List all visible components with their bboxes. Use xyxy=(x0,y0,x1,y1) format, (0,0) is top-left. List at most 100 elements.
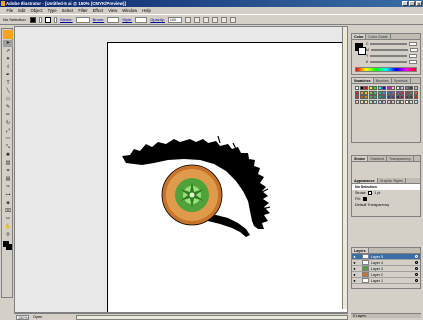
layer-row[interactable]: ● Layer 1 xyxy=(352,278,420,284)
color-swatch[interactable] xyxy=(400,90,404,95)
free-transform-tool[interactable]: ⤡ xyxy=(3,144,13,151)
tab-color-guide[interactable]: Color Guide xyxy=(366,34,391,39)
color-swatch[interactable] xyxy=(404,86,409,90)
color-swatch[interactable] xyxy=(395,86,400,90)
color-swatch[interactable] xyxy=(377,86,382,90)
color-swatch[interactable] xyxy=(386,95,391,99)
color-swatch[interactable] xyxy=(359,90,364,95)
appearance-stroke-swatch[interactable] xyxy=(368,191,373,195)
color-swatch[interactable] xyxy=(368,90,373,95)
eye-artwork[interactable] xyxy=(108,43,348,313)
magic-wand-tool[interactable]: ✦ xyxy=(3,56,13,63)
line-tool[interactable]: ╲ xyxy=(3,88,13,95)
tab-appearance[interactable]: Appearance xyxy=(352,178,378,183)
paintbrush-tool[interactable]: ✎ xyxy=(3,104,13,111)
menu-edit[interactable]: Edit xyxy=(16,8,28,13)
fill-swatch[interactable] xyxy=(30,16,36,23)
pencil-tool[interactable]: ✏ xyxy=(3,112,13,119)
canvas-horizontal-scrollbar[interactable] xyxy=(76,314,348,320)
document-canvas[interactable] xyxy=(14,26,348,313)
color-swatch[interactable] xyxy=(382,99,386,104)
rectangle-tool[interactable]: ▭ xyxy=(3,96,13,103)
color-swatch[interactable] xyxy=(413,95,418,99)
color-spectrum-bar[interactable] xyxy=(355,67,417,72)
color-swatch[interactable] xyxy=(404,99,409,104)
color-stroke-swatch[interactable] xyxy=(358,47,366,55)
tab-stroke[interactable]: Stroke xyxy=(352,156,369,161)
layer-target-icon[interactable] xyxy=(415,261,418,264)
arrange-documents-icon[interactable] xyxy=(202,16,209,23)
black-value[interactable] xyxy=(409,60,418,64)
stroke-label[interactable]: Stroke: xyxy=(60,17,73,22)
color-swatch[interactable] xyxy=(377,90,382,95)
blend-tool[interactable]: ⊶ xyxy=(3,192,13,199)
lasso-tool[interactable]: ℓ xyxy=(3,64,13,71)
status-text[interactable]: Open xyxy=(33,315,42,319)
color-swatch[interactable] xyxy=(382,86,386,90)
align-icon[interactable] xyxy=(211,16,218,23)
color-swatch[interactable] xyxy=(409,86,413,90)
menu-help[interactable]: Help xyxy=(140,8,154,13)
panel-menu-icon[interactable] xyxy=(229,16,236,23)
tab-color[interactable]: Color xyxy=(352,34,367,39)
color-swatch[interactable] xyxy=(400,95,404,99)
transform-icon[interactable] xyxy=(220,16,227,23)
zoom-tool[interactable]: ⚲ xyxy=(3,232,13,239)
warp-tool[interactable]: 〰 xyxy=(3,136,13,143)
layer-name[interactable]: Layer 1 xyxy=(371,279,415,283)
style-field[interactable] xyxy=(135,16,148,23)
color-swatch[interactable] xyxy=(382,90,386,95)
appearance-transparency-row[interactable]: Default Transparency xyxy=(352,202,420,208)
tab-transparency[interactable]: Transparency xyxy=(387,156,414,161)
menu-view[interactable]: View xyxy=(106,8,120,13)
pen-tool[interactable]: ✒ xyxy=(3,72,13,79)
hand-tool[interactable]: ✋ xyxy=(3,224,13,231)
yellow-value[interactable] xyxy=(409,54,418,58)
menu-effect[interactable]: Effect xyxy=(90,8,106,13)
color-swatch[interactable] xyxy=(395,99,400,104)
close-button[interactable]: × xyxy=(416,1,422,6)
magenta-slider[interactable]: M xyxy=(366,48,418,52)
color-swatch[interactable] xyxy=(386,86,391,90)
layer-name[interactable]: Layer 3 xyxy=(371,267,415,271)
color-swatch[interactable] xyxy=(355,90,359,95)
pupil-center[interactable] xyxy=(189,192,195,198)
color-swatch[interactable] xyxy=(364,95,368,99)
yellow-slider[interactable]: Y xyxy=(366,54,418,58)
preferences-icon[interactable] xyxy=(193,16,200,23)
color-swatch[interactable] xyxy=(413,99,418,104)
color-swatch[interactable] xyxy=(373,86,377,90)
magenta-value[interactable] xyxy=(409,48,418,52)
color-swatch[interactable] xyxy=(382,95,386,99)
color-swatch[interactable] xyxy=(395,95,400,99)
artboard[interactable] xyxy=(107,42,348,313)
color-swatch[interactable] xyxy=(409,95,413,99)
color-swatch[interactable] xyxy=(391,86,395,90)
color-swatch[interactable] xyxy=(355,95,359,99)
color-swatch[interactable] xyxy=(404,95,409,99)
cyan-slider[interactable]: C xyxy=(366,42,418,46)
slice-tool[interactable]: ⌧ xyxy=(3,208,13,215)
color-swatch[interactable] xyxy=(355,99,359,104)
live-paint-tool[interactable]: ◈ xyxy=(3,200,13,207)
fill-stroke-indicator[interactable] xyxy=(3,241,13,251)
tab-swatches[interactable]: Swatches xyxy=(352,78,374,83)
layer-target-icon[interactable] xyxy=(415,279,418,282)
fill-dropdown[interactable] xyxy=(39,16,42,23)
color-swatch[interactable] xyxy=(355,86,359,90)
menu-type[interactable]: Type xyxy=(45,8,59,13)
rotate-tool[interactable]: ↻ xyxy=(3,120,13,127)
color-swatch[interactable] xyxy=(413,86,418,90)
color-swatch[interactable] xyxy=(359,99,364,104)
layer-name[interactable]: Layer 5 xyxy=(371,255,415,259)
color-swatch[interactable] xyxy=(409,90,413,95)
color-swatch[interactable] xyxy=(373,99,377,104)
minimize-button[interactable]: _ xyxy=(402,1,408,6)
yellow-track[interactable] xyxy=(370,55,408,57)
color-swatch[interactable] xyxy=(409,99,413,104)
color-swatch[interactable] xyxy=(359,95,364,99)
fill-indicator[interactable] xyxy=(3,241,9,247)
type-tool[interactable]: T xyxy=(3,80,13,87)
stroke-weight-field[interactable] xyxy=(75,16,90,23)
opacity-field[interactable]: 100 xyxy=(167,16,182,23)
